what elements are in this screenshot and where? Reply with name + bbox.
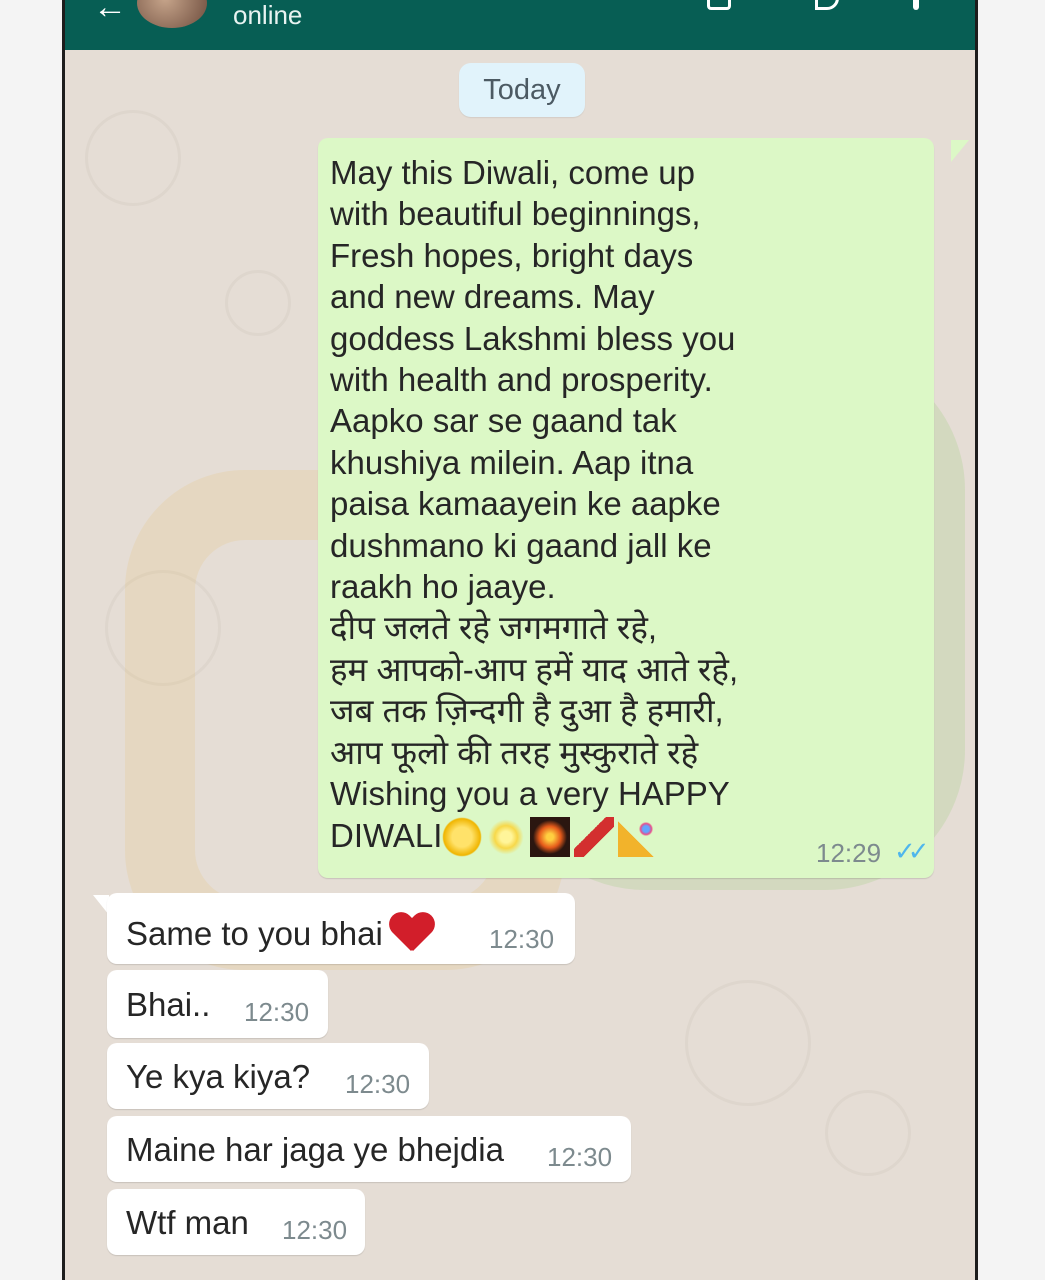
incoming-message[interactable]: Bhai.. 12:30 [107,970,328,1038]
incoming-message[interactable]: Ye kya kiya? 12:30 [107,1043,429,1109]
message-body: May this Diwali, come up with beautiful … [330,154,739,854]
message-text: Bhai.. [126,986,211,1023]
outgoing-message[interactable]: May this Diwali, come up with beautiful … [318,138,934,878]
message-time: 12:30 [244,997,310,1027]
firecracker-icon [574,817,615,858]
contact-avatar[interactable] [137,0,207,28]
party-popper-icon [618,817,659,858]
message-text: Same to you bhai [126,909,435,955]
star-icon [442,817,483,858]
message-text: May this Diwali, come up with beautiful … [330,152,790,858]
sparkles-icon [486,817,527,858]
incoming-message[interactable]: Wtf man 12:30 [107,1189,365,1255]
video-call-icon[interactable] [707,0,731,10]
voice-call-icon[interactable] [815,0,839,10]
message-time: 12:30 [489,924,555,954]
message-time: 12:30 [345,1069,411,1099]
back-arrow-icon[interactable]: ← [93,0,127,27]
message-text: Wtf man [126,1204,249,1241]
wallpaper-doodle [225,270,291,336]
fireworks-icon [530,817,571,858]
message-time: 12:30 [547,1142,613,1172]
incoming-message[interactable]: Maine har jaga ye bhejdia 12:30 [107,1116,631,1182]
outgoing-bubble-tail [951,140,969,162]
message-time: 12:30 [282,1215,348,1245]
wallpaper-doodle [825,1090,911,1176]
message-body: Same to you bhai [126,915,383,952]
more-options-icon[interactable] [913,0,919,10]
incoming-message[interactable]: Same to you bhai 12:30 [107,893,575,964]
contact-status: online [233,0,303,30]
message-time: 12:29 [816,838,882,868]
message-text: Maine har jaga ye bhejdia [126,1131,504,1168]
date-separator: Today [459,63,585,117]
phone-screen: ← online Today May this Diwali, come up … [62,0,978,1280]
double-tick-icon: ✓✓ [894,836,929,866]
message-text: Ye kya kiya? [126,1058,311,1095]
chat-header: ← online [65,0,975,50]
emoji-group [442,817,662,858]
heart-icon [389,909,435,955]
wallpaper-doodle [685,980,811,1106]
wallpaper-doodle [85,110,181,206]
